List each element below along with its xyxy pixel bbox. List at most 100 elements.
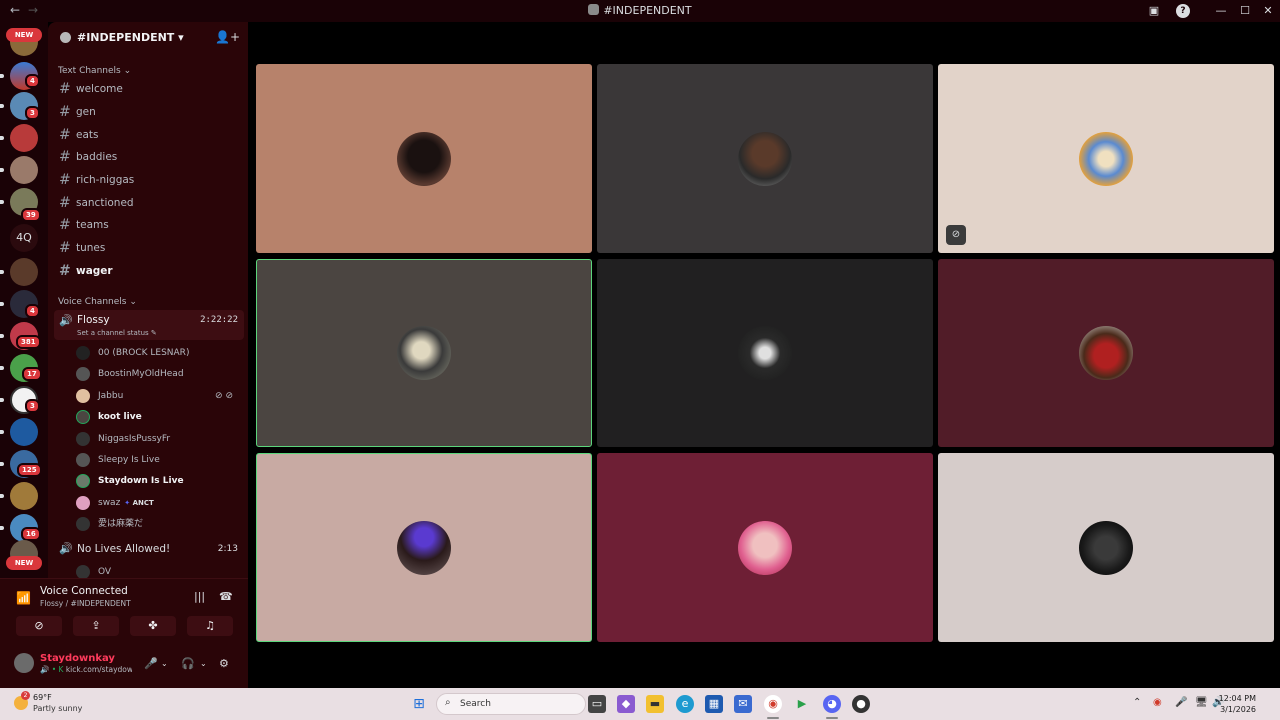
microphone-icon[interactable]: 🎤 <box>1175 697 1187 708</box>
noise-suppression-icon[interactable]: ||| <box>194 590 205 603</box>
chrome-icon[interactable]: ◉ <box>764 695 782 713</box>
share-screen-button[interactable]: ⇪ <box>73 616 119 636</box>
avatar <box>76 517 90 531</box>
network-icon[interactable]: 🖥 <box>1195 697 1208 708</box>
text-channels-category[interactable]: Text Channels ⌄ <box>58 66 131 76</box>
participant-tile[interactable]: ⊘ <box>938 64 1274 253</box>
avatar <box>76 565 90 578</box>
guild-name[interactable]: #INDEPENDENT ▾ <box>77 31 184 44</box>
voice-user[interactable]: 愛は麻薬だ <box>76 514 241 534</box>
camera-off-button[interactable]: ⊘ <box>16 616 62 636</box>
voice-connected-title: Voice Connected <box>40 585 128 597</box>
channel-welcome[interactable]: # welcome <box>56 79 244 99</box>
microphone-icon[interactable]: 🎤 <box>144 657 158 670</box>
clock[interactable]: 12:04 PM 3/1/2026 <box>1219 693 1256 715</box>
inbox-icon[interactable]: ▣ <box>1147 4 1161 18</box>
unread-pill <box>0 462 4 466</box>
avatar <box>76 346 90 360</box>
server-icon[interactable] <box>10 482 38 510</box>
channel-sanctioned[interactable]: # sanctioned <box>56 193 244 213</box>
minimize-icon[interactable]: — <box>1214 4 1228 18</box>
participant-tile[interactable] <box>256 64 592 253</box>
channel-teams[interactable]: # teams <box>56 215 244 235</box>
window-title-wrap: #INDEPENDENT <box>0 4 1280 17</box>
server-icon[interactable] <box>10 258 38 286</box>
headphones-icon[interactable]: 🎧 <box>181 657 195 670</box>
voice-connected-location[interactable]: Flossy / #INDEPENDENT <box>40 599 131 608</box>
server-icon[interactable] <box>10 156 38 184</box>
participant-tile[interactable] <box>938 453 1274 642</box>
edge-icon[interactable]: e <box>676 695 694 713</box>
guild-header[interactable]: #INDEPENDENT ▾ 👤+ <box>48 22 248 54</box>
unread-pill <box>0 366 4 370</box>
soundboard-button[interactable]: ♫ <box>187 616 233 636</box>
discord-icon[interactable]: ◕ <box>823 695 841 713</box>
voice-user[interactable]: Jabbu ⊘ ⊘ <box>76 386 241 406</box>
chevron-down-icon[interactable]: ⌄ <box>161 659 168 668</box>
participant-tile[interactable] <box>597 453 933 642</box>
server-icon[interactable] <box>10 418 38 446</box>
participant-tile-speaking[interactable] <box>256 259 592 447</box>
voice-channels-category[interactable]: Voice Channels ⌄ <box>58 297 137 307</box>
channel-rich-niggas[interactable]: # rich-niggas <box>56 170 244 190</box>
hash-icon: # <box>59 149 71 165</box>
participant-tile[interactable] <box>597 64 933 253</box>
guild-tag: ✦ ANCT <box>124 499 154 507</box>
voice-user[interactable]: 00 (BROCK LESNAR) <box>76 343 241 363</box>
voice-channel-flossy[interactable]: 🔊 Flossy 2:22:22 Set a channel status ✎ <box>54 310 244 340</box>
voice-user[interactable]: Staydown Is Live <box>76 471 241 491</box>
tray-app-icon[interactable]: ◉ <box>1153 697 1162 708</box>
voice-user[interactable]: Sleepy Is Live <box>76 450 241 470</box>
voice-channel-no-lives[interactable]: 🔊 No Lives Allowed! 2:13 <box>54 540 244 560</box>
search-placeholder: Search <box>460 699 491 709</box>
show-hidden-icons[interactable]: ⌃ <box>1133 697 1141 708</box>
server-icon[interactable] <box>10 124 38 152</box>
hash-icon: # <box>59 263 71 279</box>
maximize-icon[interactable]: ☐ <box>1238 4 1252 18</box>
channel-wager[interactable]: # wager <box>56 261 244 281</box>
file-explorer-icon[interactable]: ▬ <box>646 695 664 713</box>
app-icon[interactable]: ▶ <box>793 695 811 713</box>
weather-temp[interactable]: 69°F <box>33 693 52 702</box>
weather-condition[interactable]: Partly sunny <box>33 704 82 713</box>
hash-icon: # <box>59 127 71 143</box>
activities-button[interactable]: ✤ <box>130 616 176 636</box>
voice-user[interactable]: swaz ✦ ANCT <box>76 493 241 513</box>
participant-tile[interactable] <box>597 259 933 447</box>
help-icon[interactable]: ? <box>1176 4 1190 18</box>
copilot-icon[interactable]: ◆ <box>617 695 635 713</box>
windows-start-icon[interactable]: ⊞ <box>410 695 428 713</box>
avatar[interactable] <box>14 653 34 673</box>
participant-tile[interactable] <box>938 259 1274 447</box>
username[interactable]: Staydownkay <box>40 653 115 664</box>
channel-baddies[interactable]: # baddies <box>56 147 244 167</box>
hash-icon: # <box>59 240 71 256</box>
channel-gen[interactable]: # gen <box>56 102 244 122</box>
voice-user[interactable]: OV <box>76 562 241 578</box>
channel-eats[interactable]: # eats <box>56 125 244 145</box>
close-icon[interactable]: ✕ <box>1261 4 1275 18</box>
server-text-icon[interactable]: 4Q <box>10 224 38 252</box>
connection-signal-icon[interactable]: 📶 <box>16 591 31 605</box>
unread-pill <box>0 526 4 530</box>
task-view-icon[interactable]: ▭ <box>588 695 606 713</box>
participant-tile-speaking[interactable] <box>256 453 592 642</box>
taskbar-search[interactable]: ⌕ Search <box>436 693 586 715</box>
speaker-icon: 🔊 <box>59 314 73 327</box>
mention-badge: 3 <box>25 106 40 120</box>
voice-user[interactable]: NiggasIsPussyFr <box>76 429 241 449</box>
settings-gear-icon[interactable]: ⚙ <box>219 657 229 670</box>
avatar <box>397 131 451 186</box>
store-icon[interactable]: ▦ <box>705 695 723 713</box>
chevron-down-icon[interactable]: ⌄ <box>200 659 207 668</box>
invite-people-icon[interactable]: 👤+ <box>215 30 240 44</box>
unread-pill <box>0 334 4 338</box>
voice-user[interactable]: koot live <box>76 407 241 427</box>
voice-user[interactable]: BoostinMyOldHead <box>76 364 241 384</box>
app-icon[interactable]: ● <box>852 695 870 713</box>
mail-icon[interactable]: ✉ <box>734 695 752 713</box>
camera-off-icon: ⊘ <box>946 225 966 245</box>
set-channel-status[interactable]: Set a channel status ✎ <box>77 329 157 337</box>
disconnect-icon[interactable]: ☎ <box>219 590 233 603</box>
channel-tunes[interactable]: # tunes <box>56 238 244 258</box>
